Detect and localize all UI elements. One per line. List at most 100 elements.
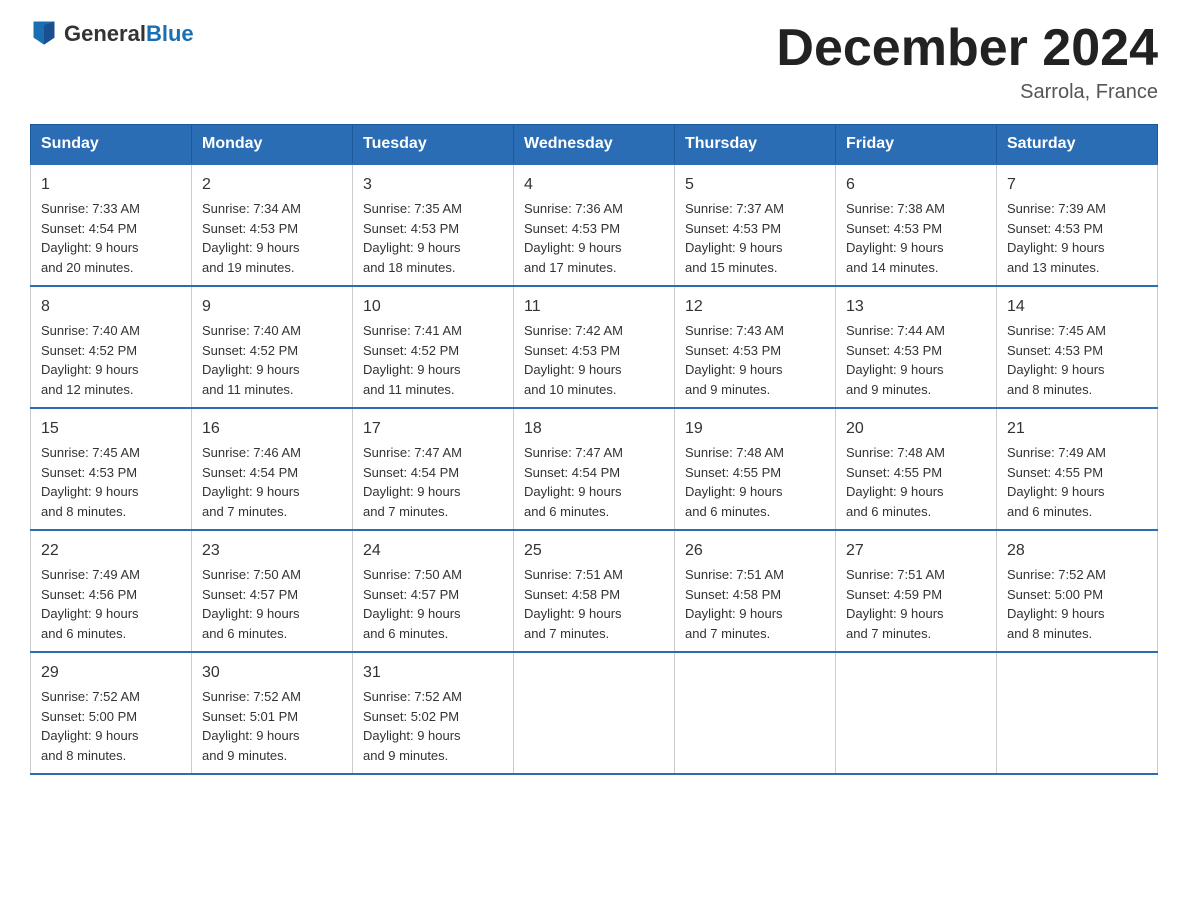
calendar-cell: 31 Sunrise: 7:52 AMSunset: 5:02 PMDaylig…	[353, 652, 514, 774]
header-thursday: Thursday	[675, 125, 836, 165]
day-info: Sunrise: 7:44 AMSunset: 4:53 PMDaylight:…	[846, 323, 945, 397]
day-number: 4	[524, 173, 664, 197]
calendar-cell: 20 Sunrise: 7:48 AMSunset: 4:55 PMDaylig…	[836, 408, 997, 530]
day-number: 26	[685, 539, 825, 563]
day-info: Sunrise: 7:52 AMSunset: 5:02 PMDaylight:…	[363, 689, 462, 763]
day-number: 14	[1007, 295, 1147, 319]
day-info: Sunrise: 7:52 AMSunset: 5:00 PMDaylight:…	[41, 689, 140, 763]
day-info: Sunrise: 7:45 AMSunset: 4:53 PMDaylight:…	[41, 445, 140, 519]
calendar-cell: 18 Sunrise: 7:47 AMSunset: 4:54 PMDaylig…	[514, 408, 675, 530]
day-info: Sunrise: 7:39 AMSunset: 4:53 PMDaylight:…	[1007, 201, 1106, 275]
title-block: December 2024 Sarrola, France	[776, 20, 1158, 104]
day-info: Sunrise: 7:40 AMSunset: 4:52 PMDaylight:…	[202, 323, 301, 397]
day-number: 8	[41, 295, 181, 319]
day-info: Sunrise: 7:49 AMSunset: 4:56 PMDaylight:…	[41, 567, 140, 641]
day-info: Sunrise: 7:52 AMSunset: 5:01 PMDaylight:…	[202, 689, 301, 763]
weekday-header-row: Sunday Monday Tuesday Wednesday Thursday…	[31, 125, 1158, 165]
day-number: 18	[524, 417, 664, 441]
calendar-cell: 22 Sunrise: 7:49 AMSunset: 4:56 PMDaylig…	[31, 530, 192, 652]
calendar-week-row: 29 Sunrise: 7:52 AMSunset: 5:00 PMDaylig…	[31, 652, 1158, 774]
day-number: 19	[685, 417, 825, 441]
day-info: Sunrise: 7:33 AMSunset: 4:54 PMDaylight:…	[41, 201, 140, 275]
day-info: Sunrise: 7:36 AMSunset: 4:53 PMDaylight:…	[524, 201, 623, 275]
day-number: 1	[41, 173, 181, 197]
day-info: Sunrise: 7:45 AMSunset: 4:53 PMDaylight:…	[1007, 323, 1106, 397]
day-info: Sunrise: 7:50 AMSunset: 4:57 PMDaylight:…	[202, 567, 301, 641]
calendar-cell: 19 Sunrise: 7:48 AMSunset: 4:55 PMDaylig…	[675, 408, 836, 530]
day-info: Sunrise: 7:43 AMSunset: 4:53 PMDaylight:…	[685, 323, 784, 397]
calendar-cell: 17 Sunrise: 7:47 AMSunset: 4:54 PMDaylig…	[353, 408, 514, 530]
calendar-cell: 9 Sunrise: 7:40 AMSunset: 4:52 PMDayligh…	[192, 286, 353, 408]
calendar-cell: 5 Sunrise: 7:37 AMSunset: 4:53 PMDayligh…	[675, 164, 836, 286]
header-friday: Friday	[836, 125, 997, 165]
day-number: 22	[41, 539, 181, 563]
day-number: 16	[202, 417, 342, 441]
day-info: Sunrise: 7:48 AMSunset: 4:55 PMDaylight:…	[685, 445, 784, 519]
day-number: 2	[202, 173, 342, 197]
calendar-cell: 2 Sunrise: 7:34 AMSunset: 4:53 PMDayligh…	[192, 164, 353, 286]
day-number: 12	[685, 295, 825, 319]
day-info: Sunrise: 7:35 AMSunset: 4:53 PMDaylight:…	[363, 201, 462, 275]
day-number: 23	[202, 539, 342, 563]
calendar-header: Sunday Monday Tuesday Wednesday Thursday…	[31, 125, 1158, 165]
calendar-cell: 12 Sunrise: 7:43 AMSunset: 4:53 PMDaylig…	[675, 286, 836, 408]
calendar-week-row: 15 Sunrise: 7:45 AMSunset: 4:53 PMDaylig…	[31, 408, 1158, 530]
day-number: 6	[846, 173, 986, 197]
day-info: Sunrise: 7:47 AMSunset: 4:54 PMDaylight:…	[363, 445, 462, 519]
day-info: Sunrise: 7:51 AMSunset: 4:58 PMDaylight:…	[524, 567, 623, 641]
header-wednesday: Wednesday	[514, 125, 675, 165]
day-info: Sunrise: 7:47 AMSunset: 4:54 PMDaylight:…	[524, 445, 623, 519]
calendar-cell: 4 Sunrise: 7:36 AMSunset: 4:53 PMDayligh…	[514, 164, 675, 286]
calendar-cell: 15 Sunrise: 7:45 AMSunset: 4:53 PMDaylig…	[31, 408, 192, 530]
day-info: Sunrise: 7:40 AMSunset: 4:52 PMDaylight:…	[41, 323, 140, 397]
calendar-cell: 14 Sunrise: 7:45 AMSunset: 4:53 PMDaylig…	[997, 286, 1158, 408]
calendar-table: Sunday Monday Tuesday Wednesday Thursday…	[30, 124, 1158, 775]
day-number: 17	[363, 417, 503, 441]
calendar-cell: 29 Sunrise: 7:52 AMSunset: 5:00 PMDaylig…	[31, 652, 192, 774]
day-number: 13	[846, 295, 986, 319]
logo: GeneralBlue	[30, 20, 194, 48]
day-info: Sunrise: 7:51 AMSunset: 4:59 PMDaylight:…	[846, 567, 945, 641]
calendar-cell: 28 Sunrise: 7:52 AMSunset: 5:00 PMDaylig…	[997, 530, 1158, 652]
day-number: 5	[685, 173, 825, 197]
day-number: 29	[41, 661, 181, 685]
calendar-cell: 6 Sunrise: 7:38 AMSunset: 4:53 PMDayligh…	[836, 164, 997, 286]
page-header: GeneralBlue December 2024 Sarrola, Franc…	[30, 20, 1158, 104]
calendar-cell: 21 Sunrise: 7:49 AMSunset: 4:55 PMDaylig…	[997, 408, 1158, 530]
general-blue-icon	[30, 18, 58, 46]
header-sunday: Sunday	[31, 125, 192, 165]
day-info: Sunrise: 7:38 AMSunset: 4:53 PMDaylight:…	[846, 201, 945, 275]
day-number: 20	[846, 417, 986, 441]
day-info: Sunrise: 7:49 AMSunset: 4:55 PMDaylight:…	[1007, 445, 1106, 519]
day-number: 27	[846, 539, 986, 563]
calendar-cell: 23 Sunrise: 7:50 AMSunset: 4:57 PMDaylig…	[192, 530, 353, 652]
location: Sarrola, France	[776, 81, 1158, 104]
header-saturday: Saturday	[997, 125, 1158, 165]
day-info: Sunrise: 7:42 AMSunset: 4:53 PMDaylight:…	[524, 323, 623, 397]
calendar-cell: 27 Sunrise: 7:51 AMSunset: 4:59 PMDaylig…	[836, 530, 997, 652]
calendar-cell: 13 Sunrise: 7:44 AMSunset: 4:53 PMDaylig…	[836, 286, 997, 408]
calendar-cell: 10 Sunrise: 7:41 AMSunset: 4:52 PMDaylig…	[353, 286, 514, 408]
calendar-cell: 26 Sunrise: 7:51 AMSunset: 4:58 PMDaylig…	[675, 530, 836, 652]
logo-blue: Blue	[146, 21, 194, 46]
day-number: 7	[1007, 173, 1147, 197]
header-monday: Monday	[192, 125, 353, 165]
calendar-week-row: 1 Sunrise: 7:33 AMSunset: 4:54 PMDayligh…	[31, 164, 1158, 286]
calendar-cell	[836, 652, 997, 774]
calendar-week-row: 22 Sunrise: 7:49 AMSunset: 4:56 PMDaylig…	[31, 530, 1158, 652]
day-info: Sunrise: 7:34 AMSunset: 4:53 PMDaylight:…	[202, 201, 301, 275]
calendar-cell: 8 Sunrise: 7:40 AMSunset: 4:52 PMDayligh…	[31, 286, 192, 408]
calendar-cell: 30 Sunrise: 7:52 AMSunset: 5:01 PMDaylig…	[192, 652, 353, 774]
day-info: Sunrise: 7:48 AMSunset: 4:55 PMDaylight:…	[846, 445, 945, 519]
calendar-cell: 24 Sunrise: 7:50 AMSunset: 4:57 PMDaylig…	[353, 530, 514, 652]
calendar-cell	[514, 652, 675, 774]
day-number: 10	[363, 295, 503, 319]
day-info: Sunrise: 7:41 AMSunset: 4:52 PMDaylight:…	[363, 323, 462, 397]
calendar-cell: 16 Sunrise: 7:46 AMSunset: 4:54 PMDaylig…	[192, 408, 353, 530]
day-number: 15	[41, 417, 181, 441]
calendar-cell: 25 Sunrise: 7:51 AMSunset: 4:58 PMDaylig…	[514, 530, 675, 652]
day-info: Sunrise: 7:50 AMSunset: 4:57 PMDaylight:…	[363, 567, 462, 641]
day-number: 25	[524, 539, 664, 563]
day-number: 9	[202, 295, 342, 319]
logo-general: General	[64, 21, 146, 46]
